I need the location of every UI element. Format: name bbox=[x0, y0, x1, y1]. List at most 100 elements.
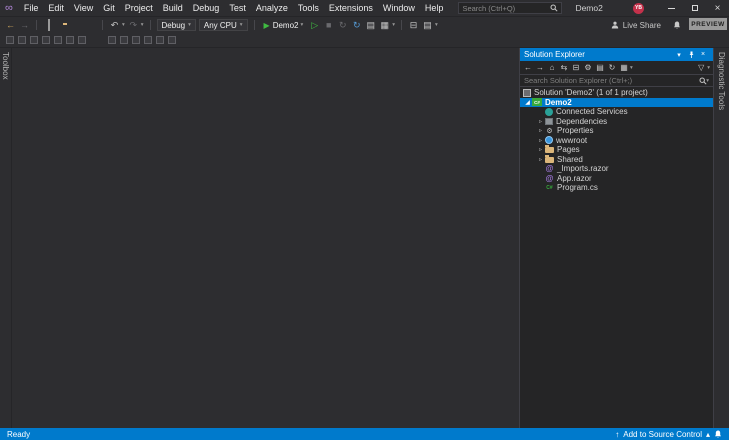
menu-analyze[interactable]: Analyze bbox=[251, 3, 293, 13]
navigate-forward-icon[interactable]: → bbox=[19, 20, 30, 30]
editor-toolbar-icon[interactable] bbox=[144, 36, 152, 44]
chevron-down-icon[interactable]: ▾ bbox=[435, 22, 438, 28]
editor-toolbar-icon[interactable] bbox=[42, 36, 50, 44]
add-to-source-control-button[interactable]: Add to Source Control bbox=[623, 430, 702, 439]
filter-icon[interactable]: ▽ bbox=[696, 63, 706, 73]
editor-toolbar-icon[interactable] bbox=[120, 36, 128, 44]
csharp-project-icon: C# bbox=[532, 98, 542, 107]
menu-edit[interactable]: Edit bbox=[43, 3, 69, 13]
collapsed-twisty-icon[interactable]: ▹ bbox=[536, 156, 545, 163]
diagnostic-tools-side-tab[interactable]: Diagnostic Tools bbox=[713, 48, 729, 428]
filter-dropdown-icon[interactable]: ▾ bbox=[707, 65, 710, 71]
window-position-icon[interactable]: ▾ bbox=[673, 48, 685, 61]
feedback-bell-icon[interactable] bbox=[673, 21, 681, 30]
navigate-back-icon[interactable]: ← bbox=[5, 20, 16, 30]
expanded-twisty-icon[interactable]: ◢ bbox=[523, 99, 532, 106]
solution-explorer-search-input[interactable] bbox=[524, 76, 700, 85]
editor-toolbar-icon[interactable] bbox=[30, 36, 38, 44]
menu-build[interactable]: Build bbox=[158, 3, 188, 13]
editor-toolbar-icon[interactable] bbox=[168, 36, 176, 44]
properties-icon[interactable]: ⚙ bbox=[583, 63, 593, 73]
editor-toolbar-icon[interactable] bbox=[132, 36, 140, 44]
tree-item-properties[interactable]: ▹ ⚙ Properties bbox=[520, 126, 713, 136]
tree-item-shared[interactable]: ▹ Shared bbox=[520, 154, 713, 165]
menu-view[interactable]: View bbox=[69, 3, 98, 13]
menu-help[interactable]: Help bbox=[420, 3, 449, 13]
collapsed-twisty-icon[interactable]: ▹ bbox=[536, 118, 545, 125]
close-button[interactable]: × bbox=[706, 0, 729, 16]
collapsed-twisty-icon[interactable]: ▹ bbox=[536, 137, 545, 144]
switch-views-dropdown-icon[interactable]: ▾ bbox=[630, 65, 633, 71]
collapsed-twisty-icon[interactable]: ▹ bbox=[536, 146, 545, 153]
undo-icon[interactable]: ↶ bbox=[109, 20, 120, 30]
quick-search-input[interactable] bbox=[462, 3, 551, 13]
redo-dropdown-icon[interactable]: ▾ bbox=[141, 22, 144, 28]
save-all-icon[interactable] bbox=[85, 20, 96, 30]
restart-icon[interactable]: ↻ bbox=[337, 20, 348, 30]
search-options-dropdown-icon[interactable]: ▾ bbox=[706, 78, 709, 84]
tree-item-app-razor[interactable]: @ App.razor bbox=[520, 174, 713, 184]
preview-badge[interactable]: PREVIEW bbox=[689, 18, 727, 30]
redo-icon[interactable]: ↷ bbox=[128, 20, 139, 30]
collapse-toolbar-icon[interactable]: ⊟ bbox=[408, 20, 419, 30]
show-all-files-toolbar-icon[interactable]: ▤ bbox=[365, 20, 376, 30]
list-toolbar-icon[interactable]: ▤ bbox=[422, 20, 433, 30]
collapse-all-icon[interactable]: ⊟ bbox=[571, 63, 581, 73]
refresh-icon[interactable]: ↻ bbox=[607, 63, 617, 73]
user-avatar[interactable]: YB bbox=[633, 2, 644, 14]
solution-platform-dropdown[interactable]: Any CPU ▾ bbox=[198, 19, 248, 31]
sync-with-active-document-icon[interactable]: ⇆ bbox=[559, 63, 569, 73]
start-debugging-button[interactable]: ▶ Demo2 ▾ bbox=[261, 21, 307, 30]
solution-configuration-dropdown[interactable]: Debug ▾ bbox=[156, 19, 196, 31]
solution-explorer-titlebar[interactable]: Solution Explorer ▾ × bbox=[520, 48, 713, 61]
tree-item-pages[interactable]: ▹ Pages bbox=[520, 145, 713, 155]
collapsed-twisty-icon[interactable]: ▹ bbox=[536, 127, 545, 134]
editor-toolbar-icon[interactable] bbox=[108, 36, 116, 44]
notifications-bell-icon[interactable] bbox=[714, 430, 722, 439]
editor-toolbar-icon[interactable] bbox=[66, 36, 74, 44]
new-project-icon[interactable] bbox=[43, 19, 54, 31]
se-back-icon[interactable]: ← bbox=[523, 63, 533, 73]
solution-explorer-search-box[interactable]: ▾ bbox=[520, 74, 713, 87]
stop-icon[interactable]: ■ bbox=[323, 20, 334, 30]
menu-window[interactable]: Window bbox=[378, 3, 420, 13]
maximize-icon bbox=[691, 5, 698, 11]
menu-tools[interactable]: Tools bbox=[293, 3, 324, 13]
tree-item-connected-services[interactable]: Connected Services bbox=[520, 107, 713, 117]
start-without-debugging-icon[interactable]: ▷ bbox=[309, 20, 320, 30]
tree-item-dependencies[interactable]: ▹ Dependencies bbox=[520, 117, 713, 127]
se-forward-icon[interactable]: → bbox=[535, 63, 545, 73]
toolbox-side-tab[interactable]: Toolbox bbox=[0, 48, 12, 428]
show-all-files-icon[interactable]: ▤ bbox=[595, 63, 605, 73]
tree-item-imports-razor[interactable]: @ _Imports.razor bbox=[520, 164, 713, 174]
tree-item-solution[interactable]: Solution 'Demo2' (1 of 1 project) bbox=[520, 88, 713, 98]
maximize-button[interactable] bbox=[683, 0, 706, 16]
undo-dropdown-icon[interactable]: ▾ bbox=[122, 22, 125, 28]
live-share-button[interactable]: Live Share bbox=[611, 21, 681, 30]
views-toolbar-icon[interactable]: ▦ bbox=[379, 20, 390, 30]
hot-reload-icon[interactable]: ↻ bbox=[351, 20, 362, 30]
chevron-down-icon[interactable]: ▾ bbox=[392, 22, 395, 28]
home-icon[interactable]: ⌂ bbox=[547, 63, 557, 73]
menu-project[interactable]: Project bbox=[120, 3, 158, 13]
quick-search-box[interactable] bbox=[458, 2, 563, 14]
pin-icon[interactable] bbox=[685, 48, 697, 61]
close-panel-icon[interactable]: × bbox=[697, 48, 709, 61]
editor-toolbar-icon[interactable] bbox=[6, 36, 14, 44]
menu-debug[interactable]: Debug bbox=[188, 3, 225, 13]
editor-toolbar-icon[interactable] bbox=[156, 36, 164, 44]
switch-views-icon[interactable]: ▦ bbox=[619, 63, 629, 73]
menu-git[interactable]: Git bbox=[98, 3, 120, 13]
tree-item-project[interactable]: ◢ C# Demo2 bbox=[520, 97, 713, 107]
run-options-dropdown-icon[interactable]: ▾ bbox=[301, 22, 304, 28]
minimize-button[interactable] bbox=[660, 0, 683, 16]
tree-item-program-cs[interactable]: C# Program.cs bbox=[520, 183, 713, 193]
menu-file[interactable]: File bbox=[19, 3, 44, 13]
tree-item-wwwroot[interactable]: ▹ wwwroot bbox=[520, 136, 713, 146]
editor-toolbar-icon[interactable] bbox=[78, 36, 86, 44]
source-control-menu-icon[interactable]: ▴ bbox=[706, 430, 710, 439]
editor-toolbar-icon[interactable] bbox=[54, 36, 62, 44]
menu-extensions[interactable]: Extensions bbox=[324, 3, 378, 13]
editor-toolbar-icon[interactable] bbox=[18, 36, 26, 44]
menu-test[interactable]: Test bbox=[224, 3, 251, 13]
